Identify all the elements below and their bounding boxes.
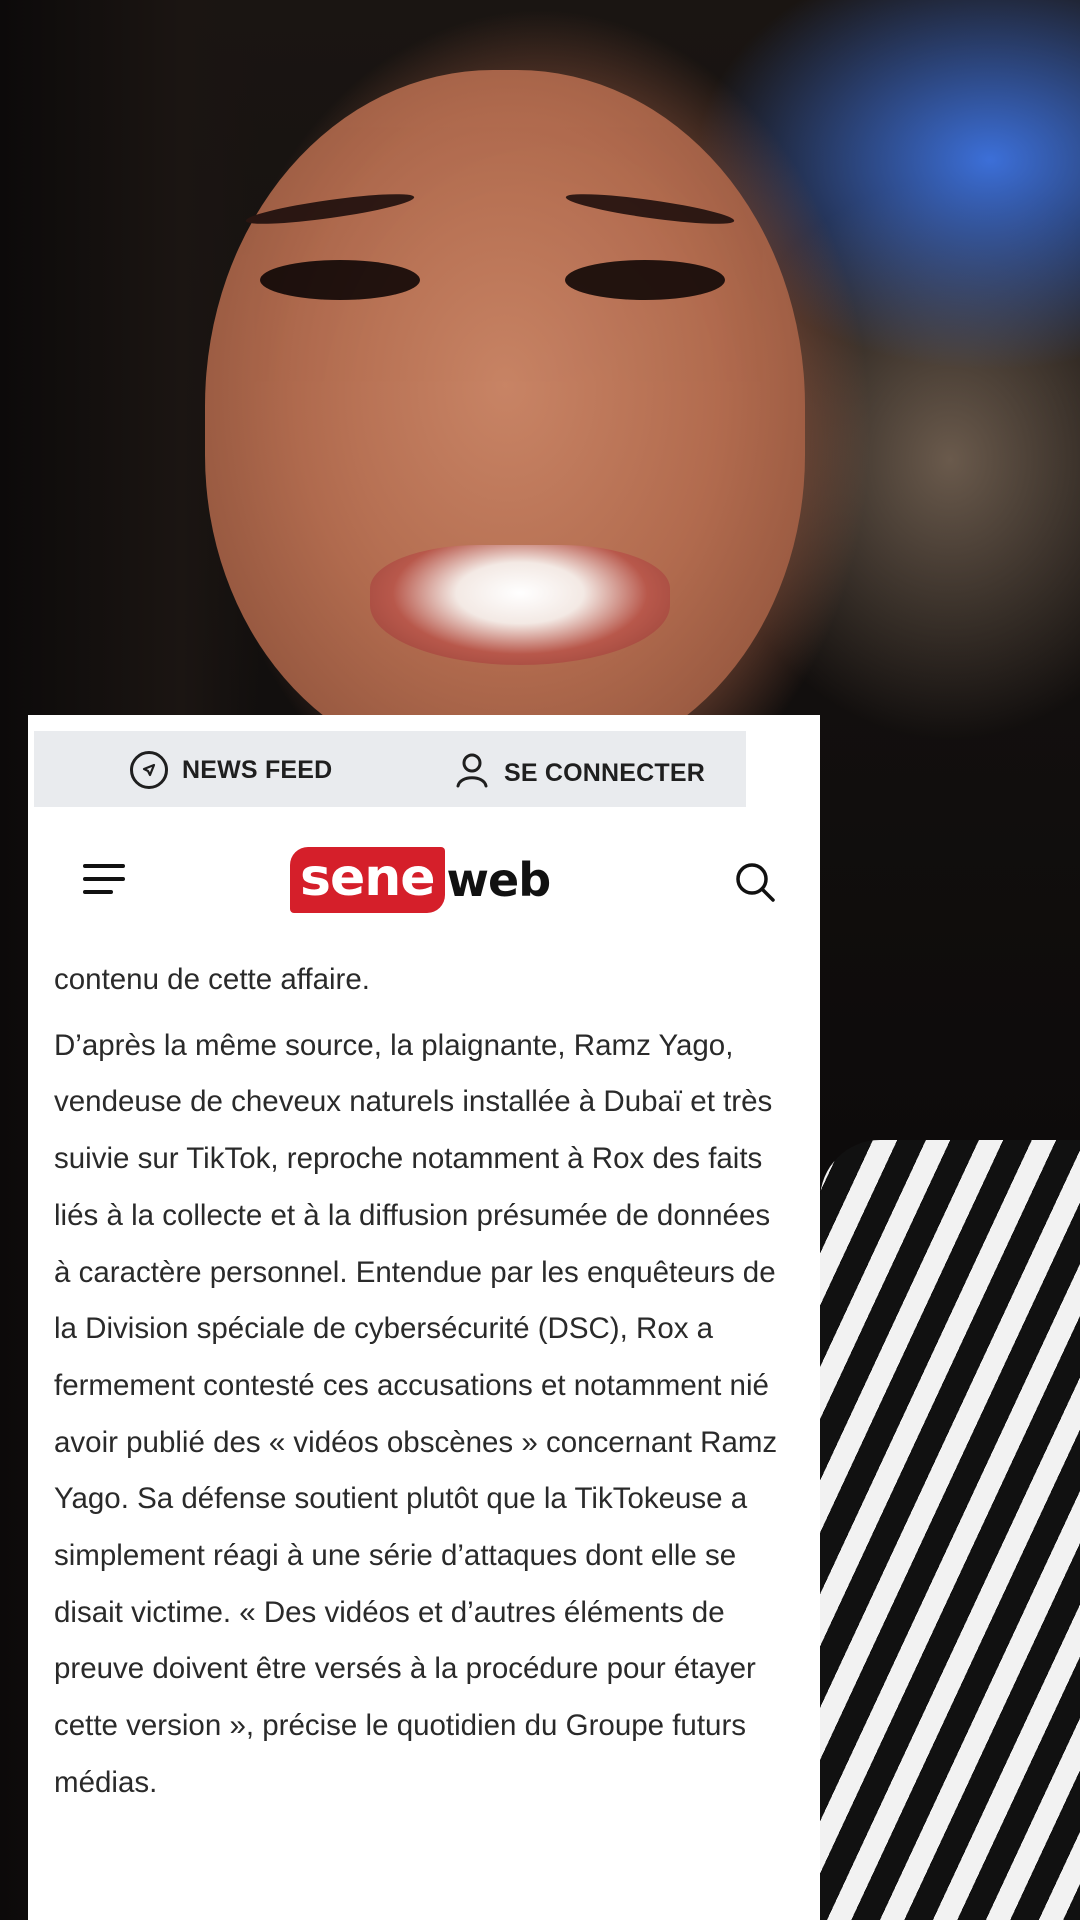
user-icon: [454, 751, 490, 796]
site-header: sene web: [28, 840, 820, 920]
logo-black-part: web: [446, 853, 552, 907]
article-paragraph: D’après la même source, la plaignante, R…: [54, 1028, 778, 1799]
compass-icon: [130, 751, 168, 789]
login-label: SE CONNECTER: [504, 759, 706, 787]
background-smile: [370, 545, 670, 665]
news-feed-link[interactable]: NEWS FEED: [130, 751, 332, 789]
background-face: [205, 70, 805, 770]
logo-red-part: sene: [290, 847, 445, 913]
top-navigation-bar: NEWS FEED SE CONNECTER: [34, 731, 746, 807]
search-icon[interactable]: [733, 860, 777, 904]
hamburger-menu-icon[interactable]: [83, 862, 127, 896]
news-feed-label: NEWS FEED: [182, 755, 333, 784]
seneweb-logo[interactable]: sene web: [290, 840, 552, 920]
background-striped-clothing: [820, 1140, 1080, 1920]
article-lead-in: contenu de cette affaire.: [54, 963, 370, 996]
article-body: contenu de cette affaire. D’après la mêm…: [54, 952, 794, 1812]
login-link[interactable]: SE CONNECTER: [454, 751, 705, 796]
article-screenshot-card: NEWS FEED SE CONNECTER sene web contenu …: [28, 715, 820, 1920]
